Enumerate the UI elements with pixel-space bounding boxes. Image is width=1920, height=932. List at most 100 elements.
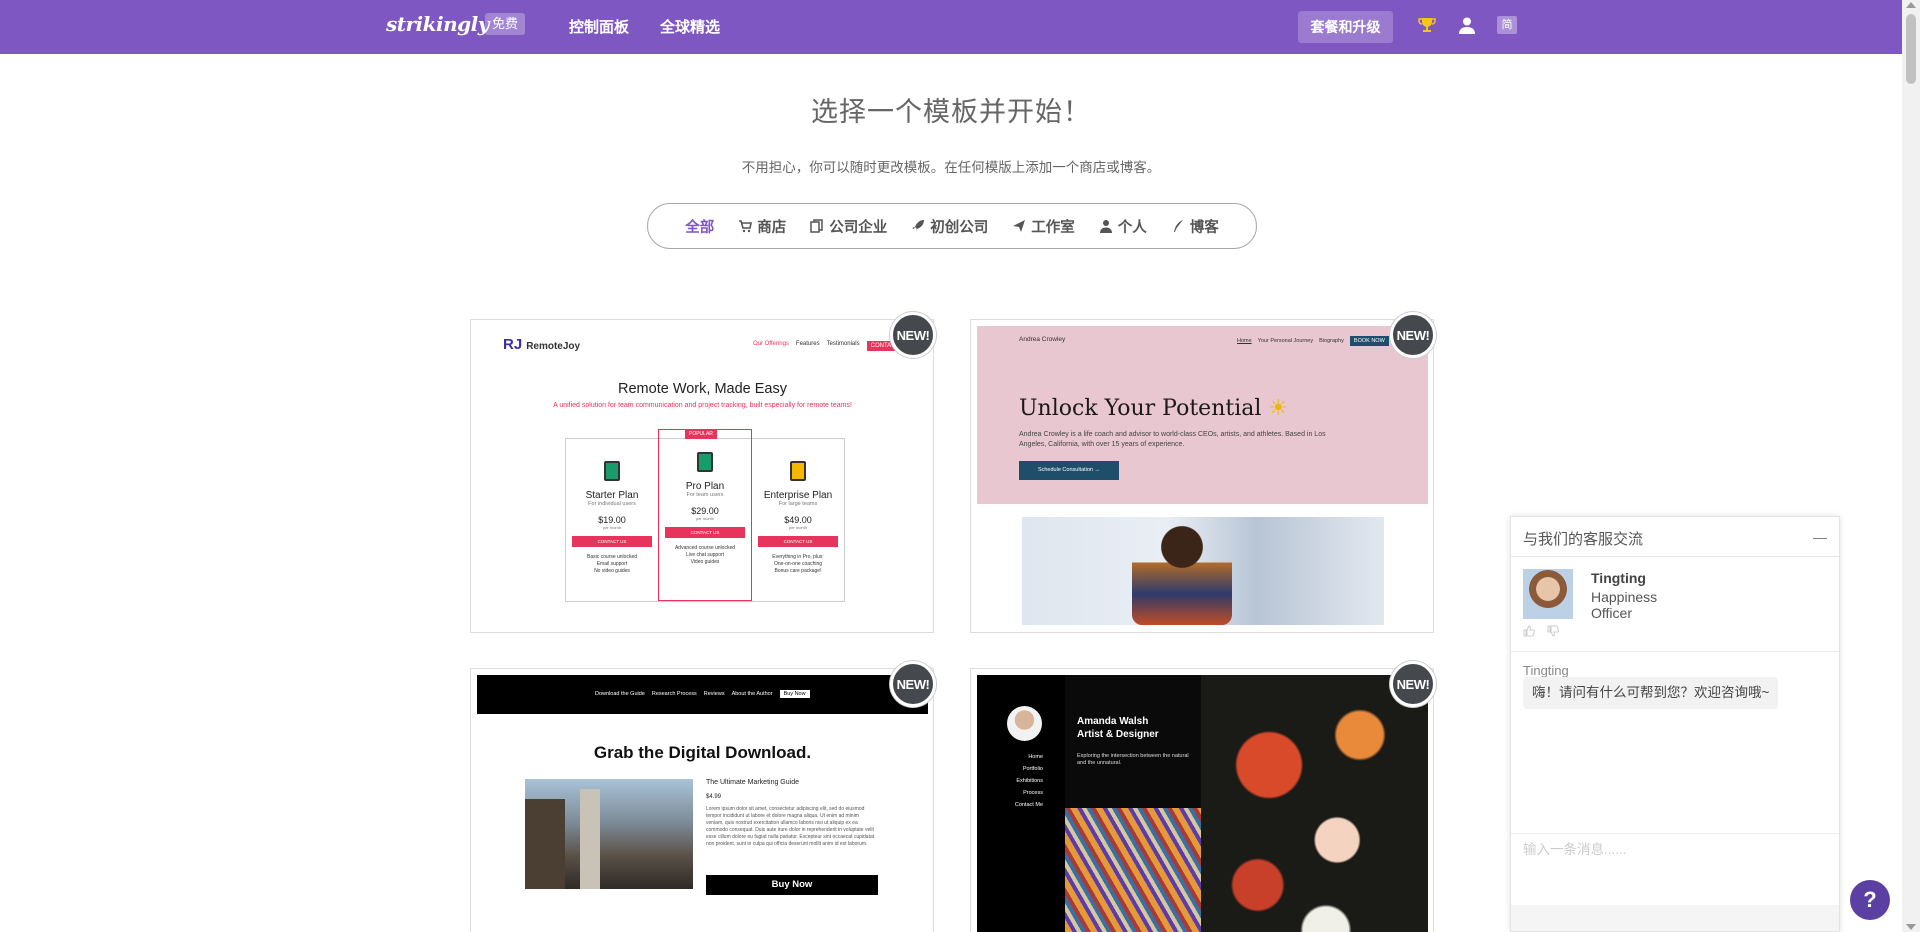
andrea-menu-item: Home <box>1237 338 1252 344</box>
copy-icon <box>810 219 823 233</box>
sun-icon: ☀ <box>1268 396 1289 421</box>
plan-period: per month <box>695 516 714 521</box>
filter-business-label: 公司企业 <box>829 219 888 236</box>
plan-contact-button: CONTACT US <box>572 536 652 547</box>
template-card-amanda-walsh[interactable]: Home Portfolio Exhibitions Process Conta… <box>970 668 1434 932</box>
digital-menu: Download the Guide Research Process Revi… <box>595 690 810 698</box>
pricing-plans: Starter Plan For individual users $19.00… <box>565 429 845 602</box>
amanda-nav: Home Portfolio Exhibitions Process Conta… <box>977 751 1043 811</box>
nav-dashboard-link[interactable]: 控制面板 <box>569 16 629 37</box>
scrollbar[interactable] <box>1902 0 1920 932</box>
remotejoy-menu-item: Testimonials <box>826 341 860 347</box>
agent-rating <box>1523 625 1559 637</box>
amanda-nav-item: Process <box>1023 790 1043 796</box>
rocket-icon <box>912 220 925 232</box>
digital-menu-item: About the Author <box>731 691 773 697</box>
agent-role: Happiness Officer <box>1591 589 1658 621</box>
plan-feature: Bonus care package! <box>774 568 822 574</box>
filter-business[interactable]: 公司企业 <box>810 216 887 237</box>
filter-store[interactable]: 商店 <box>738 216 786 237</box>
chat-input-area <box>1511 833 1839 931</box>
template-card-remotejoy[interactable]: RJ RemoteJoy Our Offerings Features Testi… <box>470 319 934 633</box>
plan-contact-button: CONTACT US <box>665 527 745 538</box>
trophy-icon[interactable] <box>1416 14 1438 36</box>
andrea-schedule-button: Schedule Consultation → <box>1019 461 1119 480</box>
plan-period: per month <box>788 525 807 530</box>
pricing-plan-pro: POPULAR Pro Plan For team users $29.00 p… <box>658 429 752 601</box>
page: strikingly 免费 控制面板 全球精选 套餐和升级 简 选择一个模板并开… <box>0 0 1920 932</box>
plan-feature: Advanced course unlocked <box>674 545 736 551</box>
filter-startup[interactable]: 初创公司 <box>911 216 988 237</box>
chat-agent-card: Tingting Happiness Officer <box>1511 557 1839 652</box>
nav-featured-link[interactable]: 全球精选 <box>660 16 720 37</box>
plan-feature: Email support <box>596 561 628 567</box>
andrea-menu-item: Your Personal Journey <box>1257 338 1314 344</box>
popular-tag: POPULAR <box>685 429 717 439</box>
template-preview: Download the Guide Research Process Revi… <box>477 675 928 932</box>
minimize-icon[interactable]: — <box>1813 529 1827 545</box>
chat-message-input[interactable] <box>1523 842 1823 857</box>
chat-input-footer <box>1511 905 1839 931</box>
quill-icon <box>1173 220 1183 232</box>
message-bubble: 嗨！请问有什么可帮到您？欢迎咨询哦~ <box>1523 677 1779 709</box>
remotejoy-title: Remote Work, Made Easy <box>618 381 787 397</box>
filter-blog[interactable]: 博客 <box>1171 216 1219 237</box>
language-switch-button[interactable]: 简 <box>1496 14 1518 36</box>
plan-feature: Everything in Pro, plus: <box>772 554 824 560</box>
category-filter-bar: 全部 商店 公司企业 初创公司 工作室 个人 博客 <box>647 203 1257 249</box>
andrea-title-text: Unlock Your Potential <box>1019 396 1262 421</box>
andrea-hero: Andrea Crowley Home Your Personal Journe… <box>977 326 1428 504</box>
new-badge: NEW! <box>890 661 936 707</box>
digital-buy-now-button: Buy Now <box>706 875 878 895</box>
andrea-menu: Home Your Personal Journey Biography BOO… <box>1237 336 1389 346</box>
template-card-andrea-crowley[interactable]: Andrea Crowley Home Your Personal Journe… <box>970 319 1434 633</box>
filter-store-label: 商店 <box>757 219 787 236</box>
textile-artwork-image <box>1065 808 1201 932</box>
plan-features: Advanced course unlocked Live chat suppo… <box>659 545 751 566</box>
scroll-down-arrow-icon[interactable] <box>1906 924 1916 930</box>
agent-name: Tingting <box>1591 570 1646 586</box>
plan-audience: For large teams <box>778 501 818 507</box>
chat-header: 与我们的客服交流 — <box>1511 517 1839 557</box>
template-preview: Home Portfolio Exhibitions Process Conta… <box>977 675 1428 932</box>
upgrade-button[interactable]: 套餐和升级 <box>1298 11 1393 43</box>
andrea-brand: Andrea Crowley <box>1019 336 1066 343</box>
filter-personal[interactable]: 个人 <box>1099 216 1147 237</box>
remotejoy-menu-item: Our Offerings <box>753 341 789 347</box>
pricing-plan-enterprise: Enterprise Plan For large teams $49.00 p… <box>752 439 844 601</box>
plan-period: per month <box>602 525 621 530</box>
help-button[interactable]: ? <box>1850 880 1890 920</box>
city-street-image <box>525 779 693 889</box>
filter-studio-label: 工作室 <box>1031 219 1075 236</box>
support-chat-widget: 与我们的客服交流 — Tingting Happiness Officer Ti… <box>1510 516 1840 932</box>
scroll-thumb[interactable] <box>1906 14 1916 84</box>
digital-buy-now-small: Buy Now <box>779 690 810 698</box>
user-icon[interactable] <box>1456 14 1478 36</box>
strikingly-logo[interactable]: strikingly <box>386 12 489 36</box>
andrea-photo <box>1022 517 1384 625</box>
remotejoy-brand: RemoteJoy <box>526 341 581 352</box>
filter-studio[interactable]: 工作室 <box>1012 216 1075 237</box>
remotejoy-menu-item: Features <box>795 341 820 347</box>
filter-all-label: 全部 <box>685 219 715 236</box>
plan-name: Starter Plan <box>585 490 639 501</box>
thumbs-down-icon[interactable] <box>1547 625 1559 637</box>
message-sender: Tingting <box>1523 663 1569 678</box>
plan-feature: No video guides <box>594 568 630 574</box>
template-card-digital-download[interactable]: Download the Guide Research Process Revi… <box>470 668 934 932</box>
filter-all[interactable]: 全部 <box>685 216 714 237</box>
plan-price: $29.00 <box>691 506 719 516</box>
scroll-up-arrow-icon[interactable] <box>1906 2 1916 8</box>
thumbs-up-icon[interactable] <box>1523 625 1535 637</box>
amanda-description: Exploring the intersection between the n… <box>1077 753 1189 766</box>
amanda-intro-panel <box>1065 675 1201 808</box>
digital-menu-item: Research Process <box>651 691 697 697</box>
template-preview: Andrea Crowley Home Your Personal Journe… <box>977 326 1428 626</box>
remotejoy-subtitle: A unified solution for team communicatio… <box>553 402 852 409</box>
plan-feature: Basic course unlocked <box>586 554 638 560</box>
amanda-nav-item: Contact Me <box>1014 802 1043 808</box>
free-plan-badge: 免费 <box>485 13 526 35</box>
andrea-description: Andrea Crowley is a life coach and advis… <box>1019 431 1326 448</box>
filter-blog-label: 博客 <box>1189 219 1219 236</box>
remotejoy-logo: RJ RemoteJoy <box>503 336 580 353</box>
